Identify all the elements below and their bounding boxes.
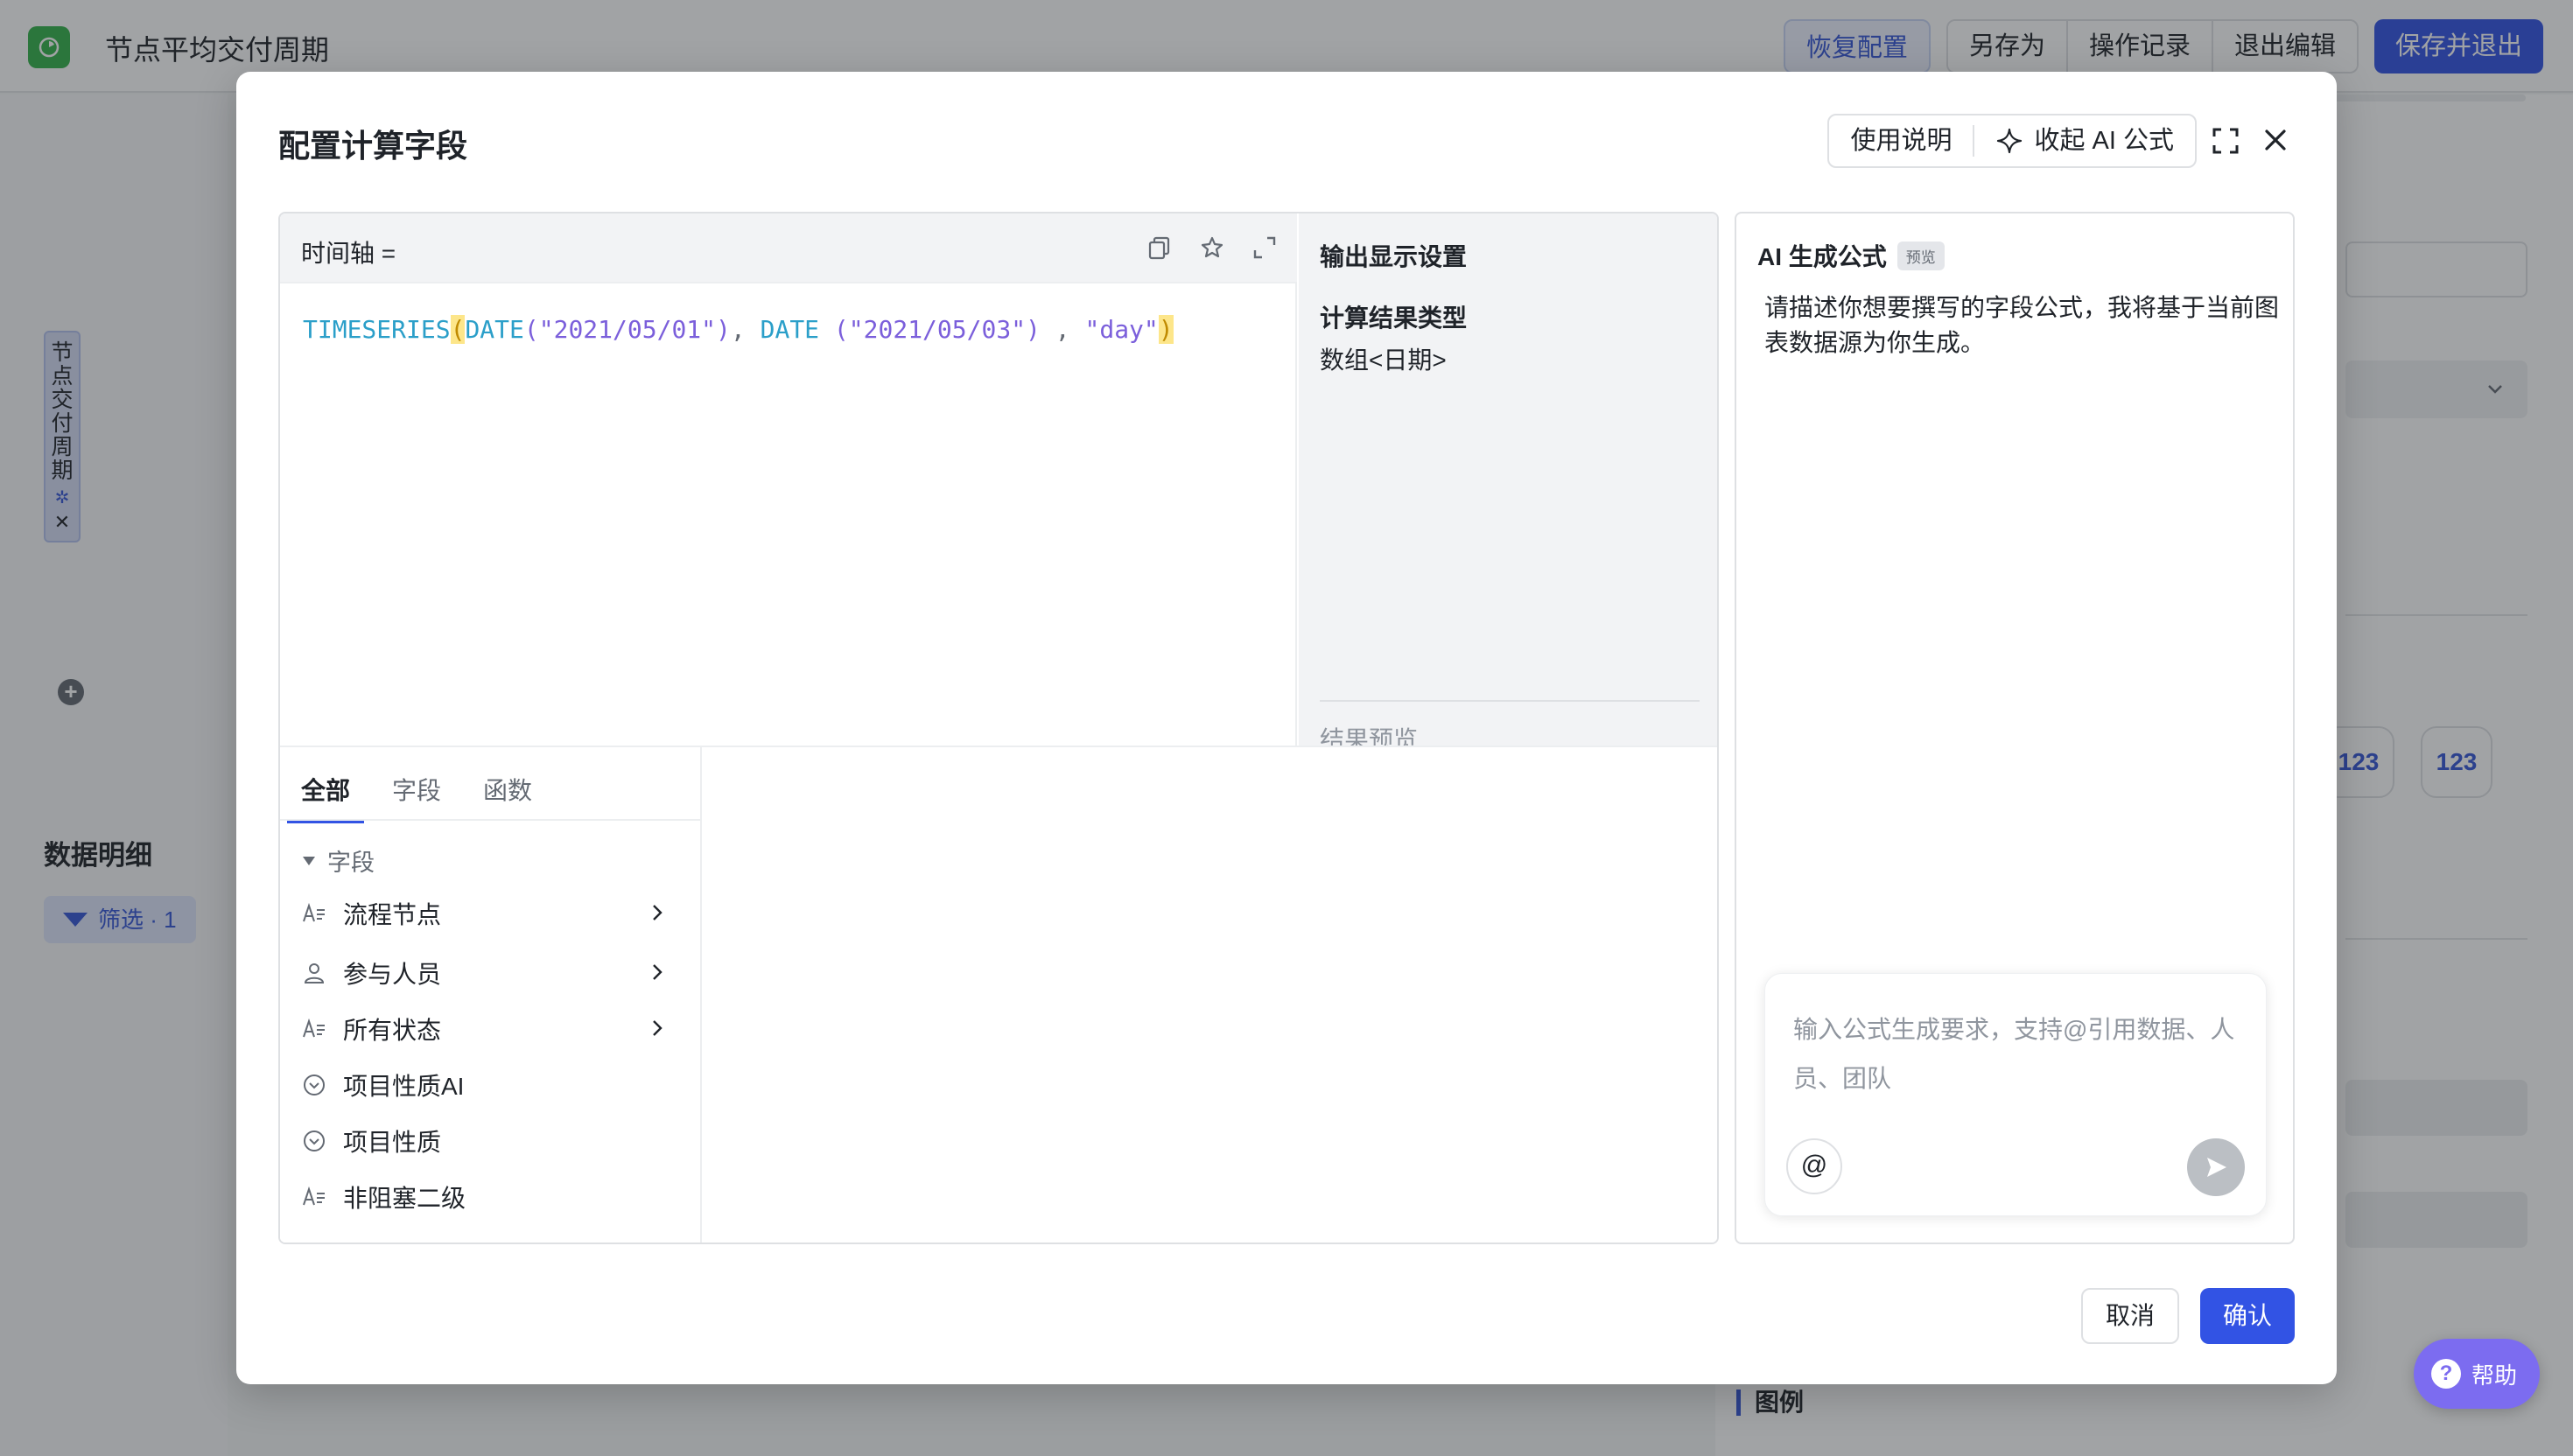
expand-icon[interactable]: [1251, 234, 1278, 261]
field-item-label: 流程节点: [343, 901, 442, 928]
help-button[interactable]: ? 帮助: [2414, 1339, 2541, 1409]
code-punctuation: ,: [730, 315, 761, 344]
mention-button[interactable]: @: [1786, 1138, 1842, 1194]
code-string: ("2021/05/03"): [819, 315, 1055, 344]
formula-editor[interactable]: TIMESERIES(DATE("2021/05/01"), DATE ("20…: [280, 284, 1297, 746]
help-icon: ?: [2431, 1359, 2461, 1389]
tab-all[interactable]: 全部: [287, 760, 365, 823]
header-actions: 使用说明 收起 AI 公式: [1827, 114, 2197, 168]
editor-header: 时间轴 =: [280, 214, 1297, 284]
modal-title: 配置计算字段: [278, 128, 468, 164]
chevron-right-icon[interactable]: [646, 961, 669, 984]
ai-formula-panel: AI 生成公式 预览 请描述你想要撰写的字段公式，我将基于当前图表数据源为你生成…: [1735, 212, 2295, 1244]
field-item-label: 参与人员: [343, 961, 442, 988]
field-group-label: 字段: [327, 850, 375, 876]
result-type-label: 计算结果类型: [1320, 304, 1468, 332]
magic-format-icon[interactable]: [1199, 234, 1225, 261]
field-item[interactable]: 流程节点: [301, 887, 669, 940]
field-item-label: 项目性质AI: [343, 1073, 465, 1100]
code-function: DATE: [465, 315, 524, 344]
tab-functions[interactable]: 函数: [469, 760, 546, 823]
confirm-button[interactable]: 确认: [2199, 1288, 2295, 1344]
field-item[interactable]: 非阻塞二级: [301, 1171, 669, 1223]
field-item-label: 项目性质: [343, 1129, 442, 1156]
ai-description: 请描述你想要撰写的字段公式，我将基于当前图表数据源为你生成。: [1764, 294, 2280, 356]
send-icon: [2207, 1158, 2226, 1177]
copy-icon[interactable]: [1146, 234, 1173, 261]
fullscreen-icon[interactable]: [2211, 126, 2240, 156]
output-settings-title: 输出显示设置: [1320, 243, 1468, 270]
text-field-icon: [301, 900, 327, 927]
person-icon: [301, 960, 327, 986]
tab-fields[interactable]: 字段: [378, 760, 455, 823]
close-icon[interactable]: [2260, 124, 2291, 156]
text-field-icon: [301, 1016, 327, 1042]
formula-code[interactable]: TIMESERIES(DATE("2021/05/01"), DATE ("20…: [303, 315, 1174, 344]
ai-panel-title-text: AI 生成公式: [1757, 243, 1887, 270]
text-field-icon: [301, 1184, 327, 1210]
collapse-ai-label: 收起 AI 公式: [2034, 127, 2174, 155]
ai-panel-title: AI 生成公式 预览: [1757, 238, 1945, 273]
tabs-divider: [280, 819, 700, 821]
code-string: "day": [1084, 315, 1159, 344]
cancel-button[interactable]: 取消: [2080, 1288, 2179, 1344]
chevron-right-icon[interactable]: [646, 1017, 669, 1040]
divider: [1320, 700, 1700, 702]
field-group-header[interactable]: 字段: [303, 844, 375, 878]
select-icon: [301, 1072, 327, 1098]
field-item[interactable]: 项目性质AI: [301, 1059, 669, 1111]
code-string: ("2021/05/01"): [523, 315, 731, 344]
chevron-right-icon[interactable]: [646, 901, 669, 924]
code-punctuation: ,: [1055, 315, 1085, 344]
help-label: 帮助: [2471, 1362, 2518, 1389]
field-item[interactable]: 所有状态: [301, 1003, 669, 1055]
formula-editor-container: 时间轴 = TIMESERIES(DATE("2021/05/01"), DAT…: [278, 212, 1719, 1244]
sparkle-icon: [1995, 127, 2023, 155]
code-function: DATE: [760, 315, 820, 344]
ai-prompt-input[interactable]: 输入公式生成要求，支持@引用数据、人员、团队 @: [1764, 973, 2267, 1216]
collapse-ai-button[interactable]: 收起 AI 公式: [1974, 116, 2195, 166]
ai-prompt-placeholder: 输入公式生成要求，支持@引用数据、人员、团队: [1793, 1016, 2235, 1092]
field-item-label: 所有状态: [343, 1017, 442, 1044]
send-button[interactable]: [2187, 1138, 2245, 1196]
reference-browser: 全部 字段 函数 字段 流程节点 参与人员 所有状态 项目性质AI 项目性质 非…: [280, 746, 1717, 1242]
code-paren-highlight: ): [1158, 315, 1174, 344]
editor-toolbar: [1146, 234, 1278, 261]
field-item-label: 非阻塞二级: [343, 1185, 466, 1212]
reference-tabs: 全部 字段 函数: [287, 760, 560, 823]
code-paren-highlight: (: [450, 315, 466, 344]
result-type-value: 数组<日期>: [1320, 346, 1447, 374]
select-icon: [301, 1128, 327, 1154]
field-item[interactable]: 参与人员: [301, 947, 669, 999]
output-settings-panel: 输出显示设置 计算结果类型 数组<日期> 结果预览: [1299, 214, 1717, 753]
code-function: TIMESERIES: [303, 315, 451, 344]
field-name-label: 时间轴 =: [301, 240, 396, 267]
caret-down-icon: [303, 856, 315, 865]
field-item[interactable]: 项目性质: [301, 1115, 669, 1167]
preview-badge: 预览: [1896, 241, 1945, 270]
guide-button[interactable]: 使用说明: [1829, 116, 1973, 166]
calculated-field-modal: 配置计算字段 使用说明 收起 AI 公式 时间轴 = TIMESERIES(DA…: [236, 72, 2337, 1384]
panel-divider: [700, 747, 702, 1242]
